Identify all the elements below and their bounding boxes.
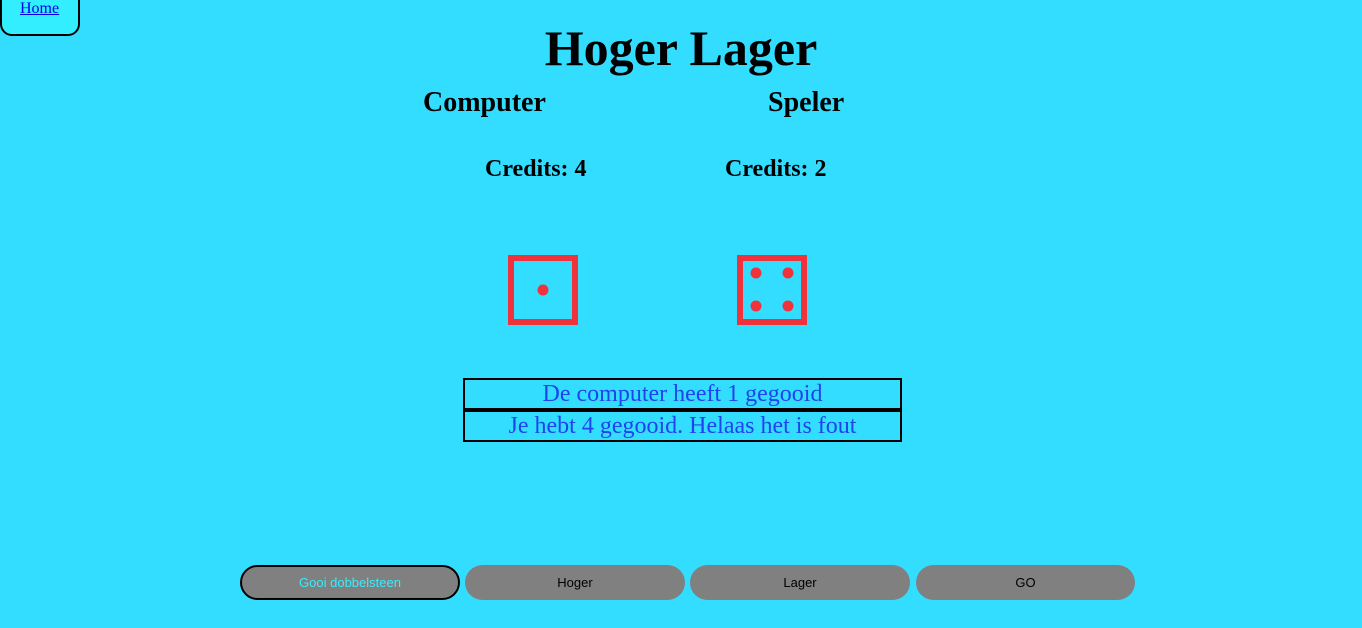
player-label: Speler bbox=[768, 87, 845, 118]
computer-roll-message: De computer heeft 1 gegooid bbox=[463, 378, 902, 410]
higher-button[interactable]: Hoger bbox=[465, 565, 685, 600]
computer-die-icon bbox=[508, 255, 578, 325]
lower-button[interactable]: Lager bbox=[690, 565, 910, 600]
home-link[interactable]: Home bbox=[20, 0, 59, 18]
computer-credits: Credits: 4 bbox=[485, 156, 587, 182]
player-die-icon bbox=[737, 255, 807, 325]
roll-dice-button[interactable]: Gooi dobbelsteen bbox=[240, 565, 460, 600]
go-button[interactable]: GO bbox=[916, 565, 1135, 600]
player-roll-message: Je hebt 4 gegooid. Helaas het is fout bbox=[463, 410, 902, 442]
player-credits: Credits: 2 bbox=[725, 156, 827, 182]
computer-label: Computer bbox=[423, 87, 546, 118]
page-title: Hoger Lager bbox=[544, 20, 818, 76]
